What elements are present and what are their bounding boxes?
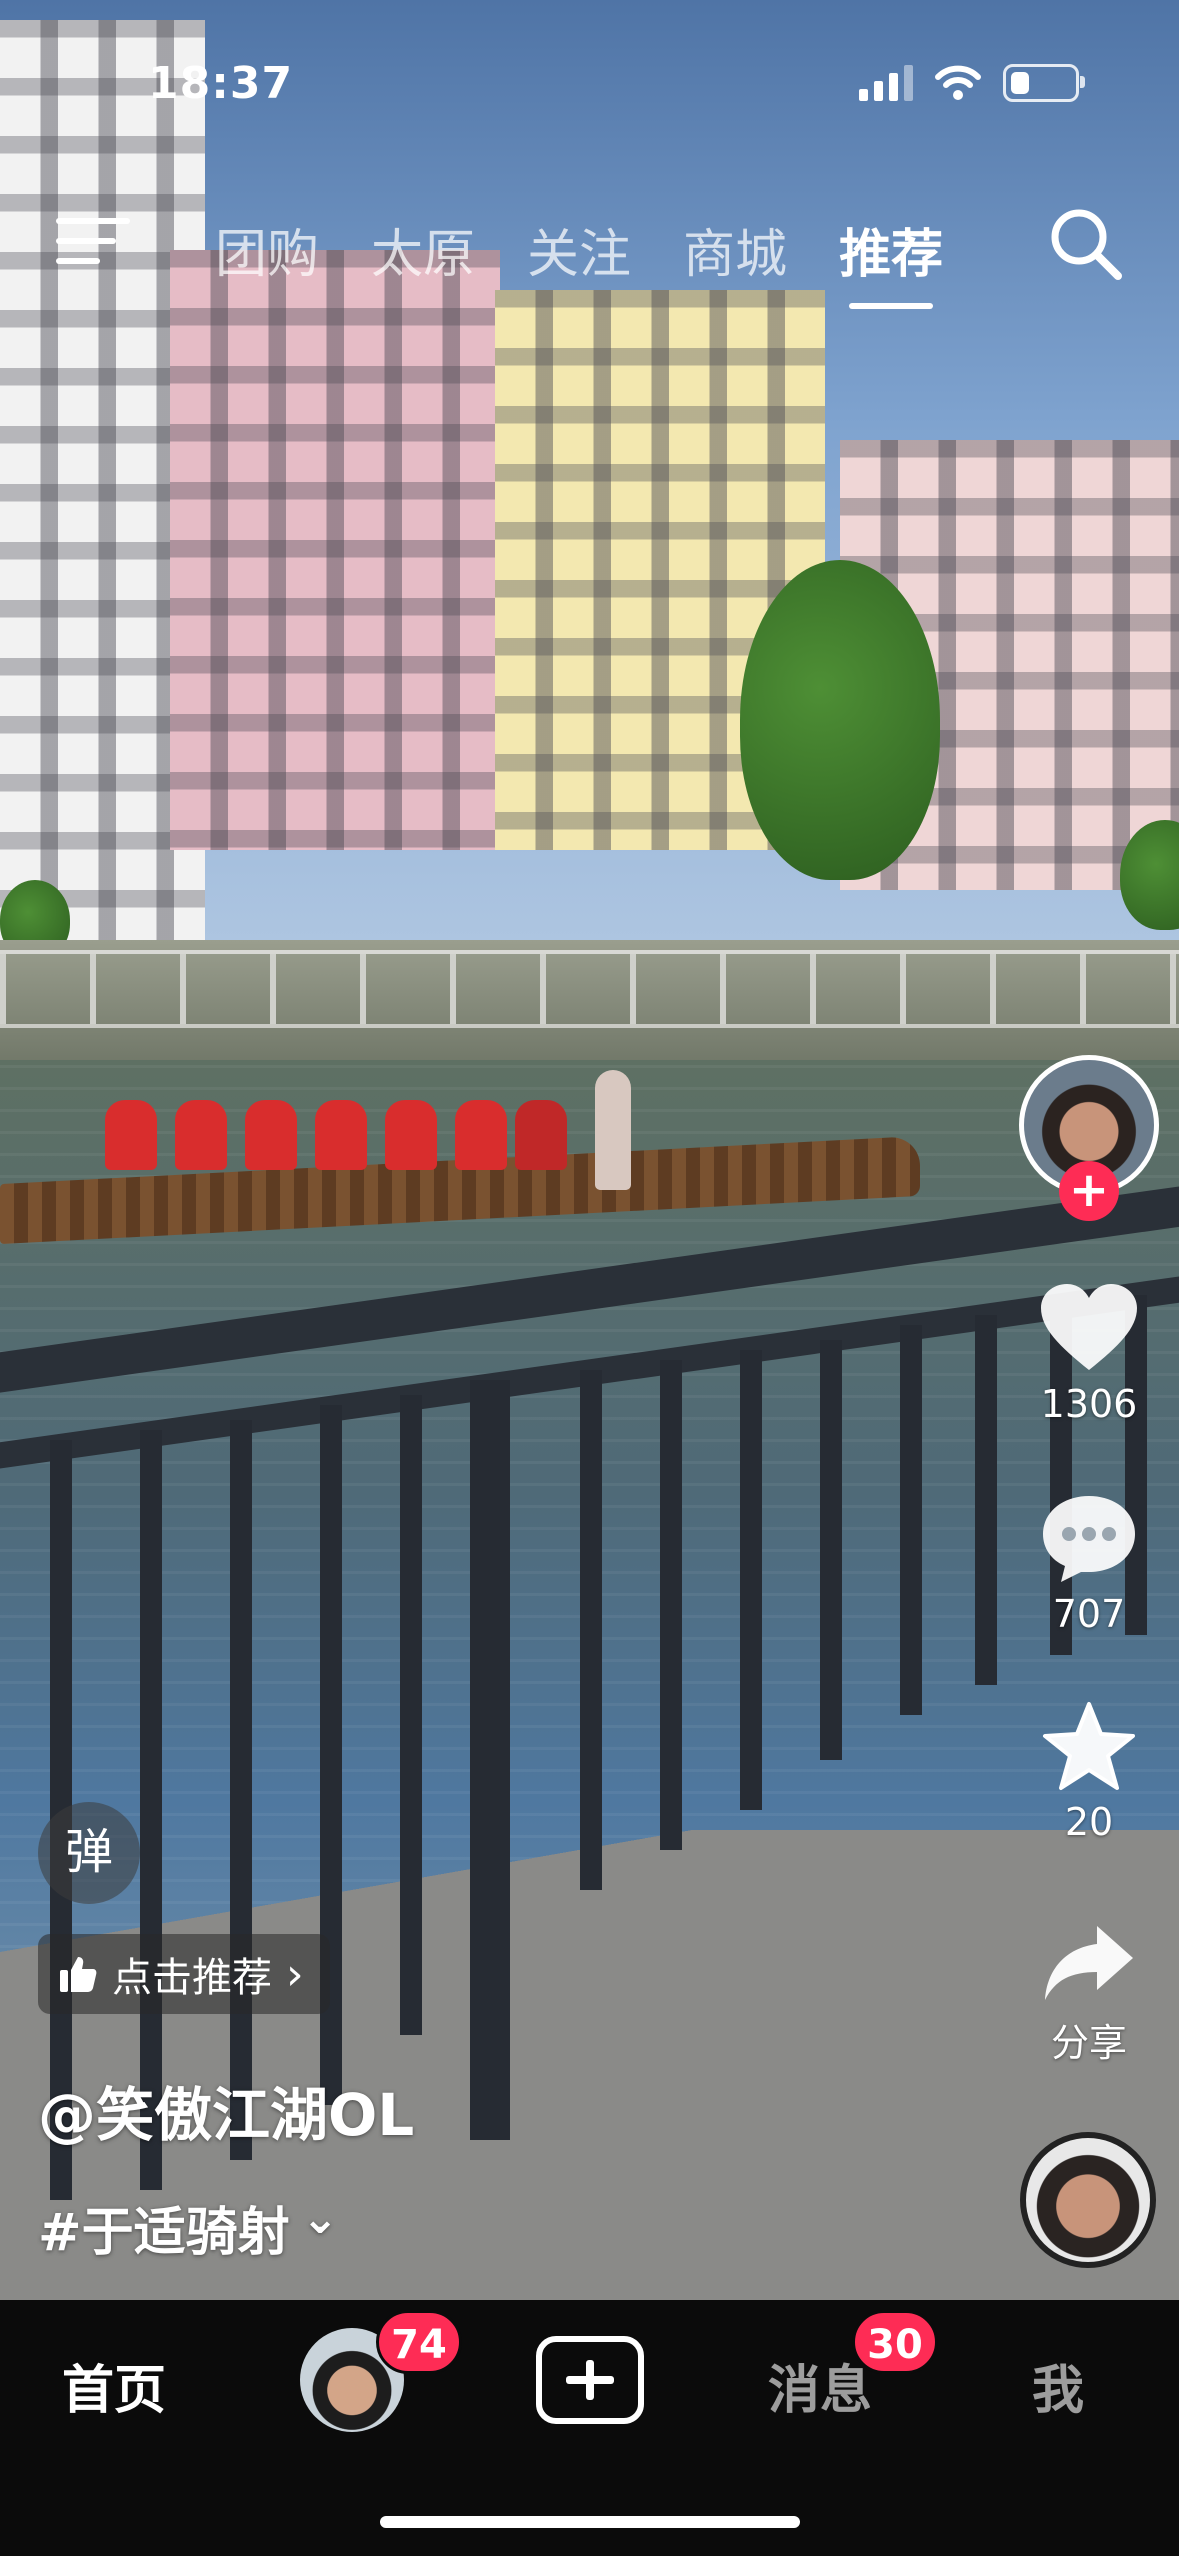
rower — [245, 1100, 297, 1170]
tab-following[interactable]: 关注 — [527, 212, 631, 309]
menu-icon[interactable] — [56, 212, 130, 272]
railing-post — [820, 1340, 842, 1760]
danmu-toggle-button[interactable]: 弹 — [38, 1802, 140, 1904]
battery-icon — [1003, 64, 1085, 102]
friends-badge: 74 — [376, 2310, 462, 2374]
home-indicator — [380, 2516, 800, 2528]
comment-count: 707 — [1052, 1592, 1126, 1636]
music-disc[interactable] — [1020, 2132, 1156, 2268]
railing-post — [470, 1380, 510, 2140]
tab-home[interactable]: 首页 — [62, 2348, 166, 2423]
hashtag-text: #于适骑射 — [38, 2203, 290, 2263]
messages-badge: 30 — [852, 2310, 938, 2374]
comment-group: 707 — [1014, 1492, 1164, 1636]
railing-post — [400, 1395, 422, 2035]
building — [170, 250, 500, 850]
search-icon[interactable] — [1046, 204, 1126, 284]
share-label: 分享 — [1050, 2021, 1127, 2065]
favorite-count: 20 — [1064, 1800, 1114, 1844]
signal-icon — [859, 65, 913, 101]
hashtag[interactable]: #于适骑射 ⌄ — [38, 2190, 338, 2265]
railing-post — [660, 1360, 682, 1850]
railing-post — [900, 1325, 922, 1715]
like-count: 1306 — [1040, 1382, 1138, 1426]
wifi-icon — [935, 65, 981, 100]
creator-avatar-group: + — [1014, 1055, 1164, 1221]
railing-post — [230, 1420, 252, 2160]
railing-post — [975, 1315, 997, 1685]
top-tabs: 团购 太原 关注 商城 推荐 — [215, 212, 943, 309]
comment-icon[interactable] — [1039, 1492, 1139, 1584]
follow-button[interactable]: + — [1059, 1161, 1119, 1221]
rower — [105, 1100, 157, 1170]
recommend-label: 点击推荐 — [112, 1955, 272, 2001]
status-time: 18:37 — [148, 58, 294, 109]
recommend-chip[interactable]: 点击推荐 › — [38, 1934, 330, 2014]
steerer — [595, 1070, 631, 1190]
tab-me[interactable]: 我 — [1032, 2348, 1084, 2423]
chevron-down-icon: ⌄ — [301, 2193, 339, 2244]
rower — [515, 1100, 567, 1170]
rower — [455, 1100, 507, 1170]
tab-recommend[interactable]: 推荐 — [839, 212, 943, 309]
tab-taiyuan[interactable]: 太原 — [371, 212, 475, 309]
favorite-group: 20 — [1014, 1700, 1164, 1844]
author-name[interactable]: @笑傲江湖OL — [38, 2068, 414, 2152]
chevron-right-icon: › — [286, 1948, 304, 2000]
rower — [315, 1100, 367, 1170]
tree — [740, 560, 940, 880]
far-railing — [0, 950, 1179, 1028]
rower — [385, 1100, 437, 1170]
tab-group-buy[interactable]: 团购 — [215, 212, 319, 309]
railing-post — [580, 1370, 602, 1890]
tab-mall[interactable]: 商城 — [683, 212, 787, 309]
share-group: 分享 — [1014, 1920, 1164, 2067]
create-button[interactable] — [536, 2336, 644, 2424]
star-icon[interactable] — [1041, 1700, 1137, 1792]
rower — [175, 1100, 227, 1170]
heart-icon[interactable] — [1039, 1282, 1139, 1374]
like-group: 1306 — [1014, 1282, 1164, 1426]
share-arrow-icon[interactable] — [1041, 1920, 1137, 2004]
thumbs-up-icon — [60, 1957, 97, 1992]
railing-post — [740, 1350, 762, 1810]
status-icons — [859, 64, 1085, 102]
